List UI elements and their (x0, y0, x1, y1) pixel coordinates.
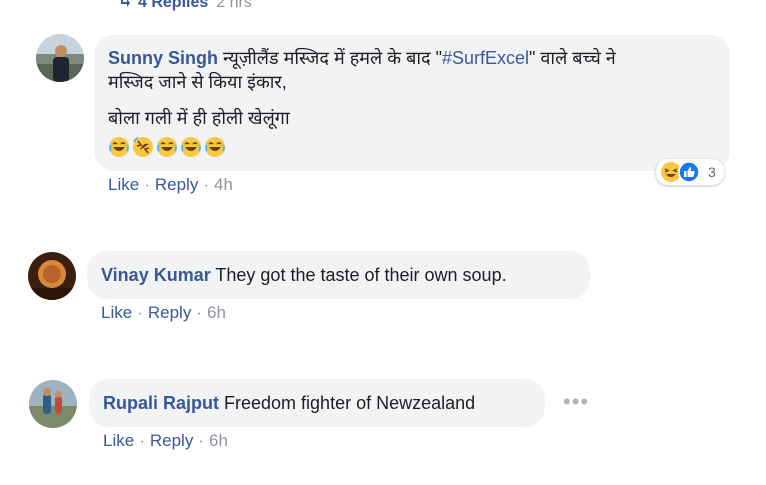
comment-bubble: Rupali Rajput Freedom fighter of Newzeal… (89, 379, 545, 427)
comment-actions: Like · Reply · 4h (108, 175, 233, 194)
comment-text: They got the taste of their own soup. (215, 265, 507, 285)
like-link[interactable]: Like (108, 175, 139, 194)
reactions-summary[interactable]: 3 (656, 159, 724, 185)
comment-bubble: Vinay Kumar They got the taste of their … (87, 251, 590, 299)
view-replies-link[interactable]: 4 Replies 2 hrs (120, 0, 252, 14)
hashtag-link[interactable]: #SurfExcel (442, 48, 529, 68)
comment-text-line3: बोला गली में ही होली खेलूंगा (108, 108, 290, 128)
comment-bubble: Sunny Singh न्यूज़ीलैंड मस्जिद में हमले … (94, 35, 730, 171)
comment-actions: Like · Reply · 6h (103, 431, 228, 450)
comment-author[interactable]: Vinay Kumar (101, 265, 211, 285)
avatar[interactable] (28, 252, 76, 300)
comment-author[interactable]: Sunny Singh (108, 48, 218, 68)
comment-text-line1-end: " वाले बच्चे ने (529, 48, 616, 68)
comment-author[interactable]: Rupali Rajput (103, 393, 219, 413)
emoji-row (108, 134, 708, 158)
comment-text-line2: मस्जिद जाने से किया इंकार, (108, 72, 287, 92)
laughing-crying-emoji-icon (205, 137, 225, 158)
avatar-vinay-kumar-image (28, 252, 76, 300)
avatar-sunny-singh-image (36, 34, 84, 82)
reply-link[interactable]: Reply (148, 303, 191, 322)
like-link[interactable]: Like (101, 303, 132, 322)
comment-time[interactable]: 6h (207, 303, 226, 322)
comment-time[interactable]: 6h (209, 431, 228, 450)
replies-count-label: 4 Replies (138, 0, 209, 11)
comment-time[interactable]: 4h (214, 175, 233, 194)
comment-text: Freedom fighter of Newzealand (224, 393, 476, 413)
like-link[interactable]: Like (103, 431, 134, 450)
comment-actions: Like · Reply · 6h (101, 303, 226, 322)
reply-link[interactable]: Reply (150, 431, 193, 450)
avatar-rupali-rajput-image (29, 380, 77, 428)
laughing-crying-emoji-icon (181, 137, 201, 158)
avatar[interactable] (36, 34, 84, 82)
reply-link[interactable]: Reply (155, 175, 198, 194)
like-reaction-icon (678, 161, 700, 183)
laughing-crying-emoji-icon (157, 137, 177, 158)
rolling-laughing-emoji-icon (133, 137, 153, 158)
more-options-icon[interactable]: ••• (563, 389, 589, 415)
comment-text-line1: न्यूज़ीलैंड मस्जिद में हमले के बाद " (223, 48, 442, 68)
replies-time: 2 hrs (216, 0, 252, 11)
reaction-count: 3 (708, 164, 716, 180)
reply-arrow-icon (121, 0, 130, 7)
avatar[interactable] (29, 380, 77, 428)
laughing-crying-emoji-icon (109, 137, 129, 158)
